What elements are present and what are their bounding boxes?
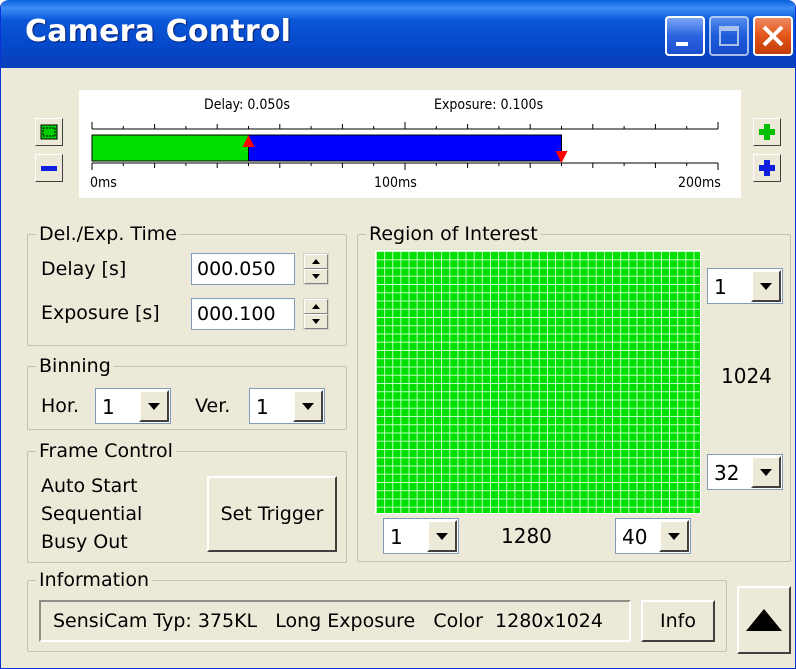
delay-label: Delay [s]	[41, 258, 127, 280]
set-trigger-button[interactable]: Set Trigger	[207, 476, 337, 552]
information-text-panel: SensiCam Typ: 375KL Long Exposure Color …	[39, 600, 631, 642]
exposure-spinner[interactable]	[303, 298, 329, 330]
binning-label: Binning	[36, 354, 114, 378]
information-text: SensiCam Typ: 375KL Long Exposure Color …	[53, 610, 603, 632]
green-plus-icon	[759, 124, 775, 140]
blue-plus-icon	[759, 160, 775, 176]
close-icon	[762, 25, 784, 47]
roi-right-bottom-value: 32	[714, 461, 740, 485]
exposure-field[interactable]: 000.100	[191, 298, 295, 330]
del-exp-time-label: Del./Exp. Time	[36, 222, 180, 246]
window-title: Camera Control	[25, 14, 292, 49]
chevron-down-icon[interactable]	[751, 270, 781, 302]
chevron-down-icon[interactable]	[427, 520, 457, 552]
camera-control-window: Camera Control Delay: 0.050s Exposure: 0…	[0, 0, 796, 669]
zoom-in-green-button[interactable]	[753, 118, 781, 146]
collapse-button[interactable]	[737, 586, 791, 654]
sequential-label: Sequential	[41, 503, 143, 525]
roi-width-value: 1280	[501, 524, 552, 548]
zoom-out-icon	[41, 166, 57, 171]
ver-label: Ver.	[195, 395, 231, 417]
hor-binning-value: 1	[102, 395, 115, 419]
title-bar[interactable]: Camera Control	[1, 0, 795, 68]
busy-out-label: Busy Out	[41, 531, 128, 553]
axis-label-0ms: 0ms	[90, 175, 117, 191]
hor-binning-select[interactable]: 1	[95, 388, 171, 424]
roi-right-top-select[interactable]: 1	[707, 268, 783, 304]
zoom-fit-icon	[40, 124, 58, 140]
close-button[interactable]	[753, 16, 793, 56]
roi-bottom-left-value: 1	[390, 525, 403, 549]
information-label: Information	[36, 568, 152, 592]
axis-label-100ms: 100ms	[374, 175, 417, 191]
set-trigger-label: Set Trigger	[220, 503, 324, 525]
ver-binning-value: 1	[256, 395, 269, 419]
delay-spin-down[interactable]	[304, 269, 328, 284]
delay-spin-up[interactable]	[304, 254, 328, 269]
info-button-label: Info	[660, 610, 696, 632]
zoom-fit-button[interactable]	[35, 118, 63, 146]
roi-height-value: 1024	[721, 364, 772, 388]
chevron-down-icon[interactable]	[293, 390, 323, 422]
roi-right-bottom-select[interactable]: 32	[707, 454, 783, 490]
zoom-out-button[interactable]	[35, 154, 63, 182]
roi-right-top-value: 1	[714, 275, 727, 299]
chevron-down-icon[interactable]	[659, 520, 689, 552]
axis-label-200ms: 200ms	[678, 175, 721, 191]
delay-spinner[interactable]	[303, 253, 329, 285]
ver-binning-select[interactable]: 1	[249, 388, 325, 424]
exposure-spin-down[interactable]	[304, 314, 328, 329]
hor-label: Hor.	[41, 395, 80, 417]
minimize-icon	[676, 42, 688, 46]
maximize-button[interactable]	[709, 16, 749, 56]
region-of-interest-label: Region of Interest	[366, 222, 541, 246]
roi-bottom-left-select[interactable]: 1	[383, 518, 459, 554]
delay-bar	[91, 134, 249, 162]
del-exp-time-group: Del./Exp. Time	[27, 222, 347, 346]
maximize-icon	[719, 26, 739, 46]
frame-control-label: Frame Control	[36, 439, 176, 463]
info-button[interactable]: Info	[641, 600, 715, 642]
exposure-bar	[248, 134, 562, 162]
triangle-up-icon	[746, 609, 782, 631]
chevron-down-icon[interactable]	[751, 456, 781, 488]
minimize-button[interactable]	[665, 16, 705, 56]
timeline-panel[interactable]: Delay: 0.050s Exposure: 0.100s 0ms 100ms…	[79, 90, 741, 198]
roi-bottom-right-select[interactable]: 40	[615, 518, 691, 554]
zoom-in-blue-button[interactable]	[753, 154, 781, 182]
exposure-label: Exposure [s]	[41, 302, 160, 324]
roi-bottom-right-value: 40	[622, 525, 648, 549]
auto-start-label: Auto Start	[41, 475, 138, 497]
chevron-down-icon[interactable]	[139, 390, 169, 422]
exposure-spin-up[interactable]	[304, 299, 328, 314]
delay-field[interactable]: 000.050	[191, 253, 295, 285]
roi-grid[interactable]	[375, 250, 701, 514]
